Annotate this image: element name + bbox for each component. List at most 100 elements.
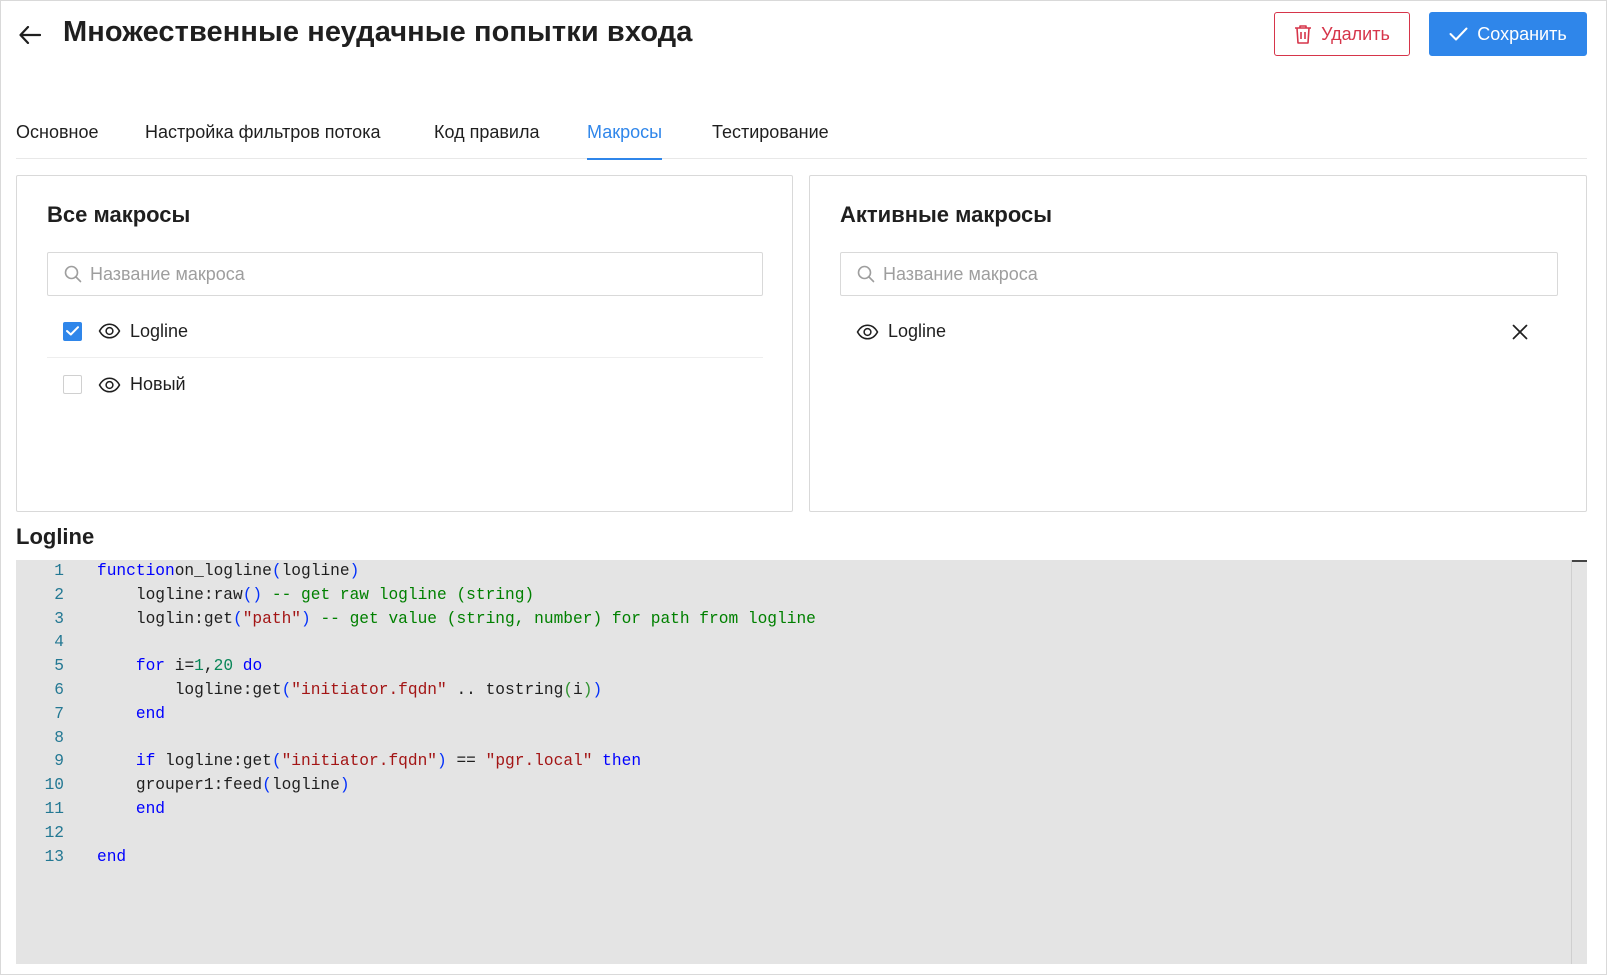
code-token: ( [262,776,272,795]
code-token: ( [271,562,282,580]
line-number: 1 [54,562,64,580]
code-token: ( [271,752,282,771]
all-macros-panel: Все макросы Logline Новый [16,175,793,512]
line-content: end [97,703,165,727]
save-button[interactable]: Сохранить [1429,12,1587,56]
code-token: end [135,799,166,818]
code-token: for [135,657,166,676]
code-token: loglin:get [97,609,233,628]
line-number: 10 [44,776,64,795]
line-number: 13 [44,847,64,866]
delete-button-label: Удалить [1321,23,1390,44]
scrollbar-marker [1572,560,1587,562]
page-title: Множественные неудачные попытки входа [63,16,693,48]
delete-button[interactable]: Удалить [1274,12,1410,56]
code-line[interactable]: 3 loglin:get("path") -- get value (strin… [16,608,1571,632]
code-line[interactable]: 6 logline:get("initiator.fqdn" .. tostri… [16,679,1571,703]
editor-scrollbar[interactable] [1571,560,1587,964]
tab-main[interactable]: Основное [16,122,98,159]
active-macro-item[interactable]: Logline [840,305,1558,358]
active-macros-panel: Активные макросы Logline [809,175,1587,512]
tab-macros[interactable]: Макросы [587,122,663,160]
macro-name: Новый [130,374,186,394]
macro-name: Logline [130,320,189,341]
code-line[interactable]: 1 functionon_logline(logline) [16,560,1571,584]
code-token: end [135,704,166,723]
code-line[interactable]: 12 [16,822,1571,846]
line-content: logline:raw() -- get raw logline (string… [97,584,534,608]
code-token: end [97,847,127,866]
back-button[interactable] [16,21,44,49]
tab-testing[interactable]: Тестирование [712,122,829,159]
active-macros-search [840,252,1558,296]
code-token: ) [349,562,360,580]
code-token: ) [339,776,350,795]
line-content: if logline:get("initiator.fqdn") == "pgr… [97,750,641,774]
macro-checkbox[interactable] [63,375,82,394]
close-icon[interactable] [1510,322,1530,342]
code-line[interactable]: 10 grouper1:feed(logline) [16,774,1571,798]
code-line[interactable]: 9 if logline:get("initiator.fqdn") == "p… [16,750,1571,774]
line-number: 11 [44,799,64,818]
active-macros-search-input[interactable] [883,263,1513,285]
code-token: .. tostring [446,680,564,699]
code-token: ) [301,609,311,628]
active-macros-title: Активные макросы [840,202,1052,227]
line-number: 7 [54,704,64,723]
all-macros-search-input[interactable] [90,263,719,285]
code-token: logline:get [155,752,272,771]
code-token: logline:raw [97,585,243,604]
code-token: "initiator.fqdn" [281,752,438,771]
code-editor[interactable]: 1 functionon_logline(logline) 2 logline:ra… [16,560,1587,964]
line-content: end [97,798,165,822]
macro-item[interactable]: Новый [47,358,763,411]
line-content: end [97,846,126,870]
code-token: then [592,752,642,771]
eye-icon[interactable] [98,323,121,339]
tab-stream-filters[interactable]: Настройка фильтров потока [145,122,380,159]
macro-checkbox[interactable] [63,321,82,341]
macro-item[interactable]: Logline [47,305,763,358]
line-number: 9 [54,752,64,771]
line-number: 12 [44,823,64,842]
code-token: -- get raw logline (string) [262,585,535,604]
eye-icon[interactable] [856,323,879,340]
code-token: logline [281,562,350,580]
tab-bar: Основное Настройка фильтров потока Код п… [16,110,1587,160]
code-line[interactable]: 7 end [16,703,1571,727]
code-token: ( [233,609,243,628]
code-token: ) [437,752,447,771]
code-line[interactable]: 13 end [16,846,1571,870]
tab-rule-code[interactable]: Код правила [434,122,540,159]
line-number: 2 [54,585,64,604]
code-token: i [573,680,583,699]
line-number: 8 [54,728,64,747]
code-line[interactable]: 11 end [16,798,1571,822]
line-content: grouper1:feed(logline) [97,774,350,798]
code-lines[interactable]: 1 functionon_logline(logline) 2 logline:ra… [16,560,1571,869]
line-content: functionon_logline(logline) [97,560,359,584]
code-token: "pgr.local" [485,752,593,771]
all-macros-title: Все макросы [47,202,191,227]
eye-icon[interactable] [98,376,121,393]
code-token: logline [271,776,340,795]
code-line[interactable]: 2 logline:raw() -- get raw logline (stri… [16,584,1571,608]
code-token: 1 [194,657,204,676]
search-icon [857,265,875,283]
code-line[interactable]: 5 for i=1,20 do [16,655,1571,679]
line-number: 3 [54,609,64,628]
code-line[interactable]: 8 [16,727,1571,751]
code-token: , [203,657,214,676]
code-token: ( [281,680,292,699]
search-icon [64,265,82,283]
code-line[interactable]: 4 [16,631,1571,655]
code-token: "initiator.fqdn" [291,680,447,699]
line-number: 5 [54,657,64,676]
code-token: == [446,752,486,771]
code-token: () [242,585,263,604]
code-token: if [135,752,156,771]
